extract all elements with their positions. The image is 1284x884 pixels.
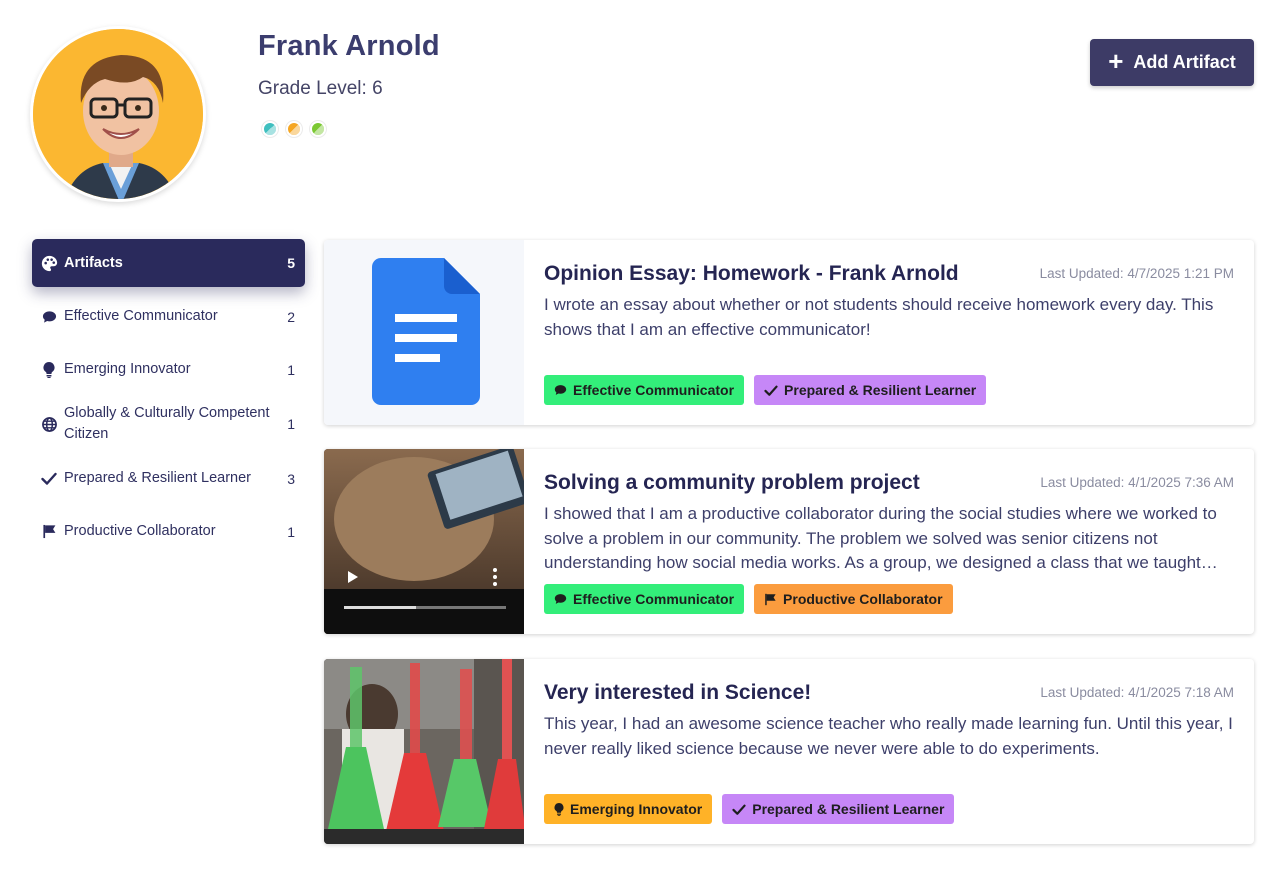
artifact-card[interactable]: Opinion Essay: Homework - Frank Arnold L…: [324, 240, 1254, 425]
artifact-updated: Last Updated: 4/7/2025 1:21 PM: [1039, 266, 1234, 281]
status-dots: [262, 121, 326, 137]
checkmark-icon: [764, 385, 778, 396]
artifact-tags: Emerging Innovator Prepared & Resilient …: [544, 794, 955, 824]
tag-label: Prepared & Resilient Learner: [752, 801, 945, 817]
student-name: Frank Arnold: [258, 30, 440, 62]
tag-prepared-learner[interactable]: Prepared & Resilient Learner: [722, 794, 955, 824]
sidebar-item-count: 5: [287, 255, 295, 271]
sidebar-item-count: 1: [287, 523, 295, 540]
artifact-tags: Effective Communicator Prepared & Resili…: [544, 375, 987, 405]
sidebar-item-label: Globally & Culturally Competent Citizen: [64, 405, 270, 442]
lightbulb-icon: [554, 802, 564, 816]
video-thumbnail: [324, 449, 530, 634]
student-photo: [33, 29, 203, 199]
sidebar-item-label: Prepared & Resilient Learner: [64, 470, 251, 486]
sidebar-item-global-citizen[interactable]: Globally & Culturally Competent Citizen …: [32, 396, 305, 452]
sidebar-item-artifacts[interactable]: Artifacts 5: [32, 239, 305, 287]
sidebar-item-label: Effective Communicator: [64, 308, 218, 324]
artifact-title[interactable]: Very interested in Science!: [544, 681, 811, 705]
checkmark-icon: [40, 470, 58, 488]
tag-emerging-innovator[interactable]: Emerging Innovator: [544, 794, 713, 824]
sidebar-item-emerging-innovator[interactable]: Emerging Innovator 1: [32, 343, 305, 396]
tag-label: Emerging Innovator: [570, 801, 703, 817]
artifact-thumbnail[interactable]: [324, 659, 524, 844]
sidebar-item-label: Productive Collaborator: [64, 523, 216, 539]
status-dot-green: [310, 121, 326, 137]
artifact-description: This year, I had an awesome science teac…: [544, 714, 1233, 758]
sidebar-item-label: Artifacts: [64, 254, 123, 271]
sidebar-item-label: Emerging Innovator: [64, 361, 191, 377]
tag-prepared-learner[interactable]: Prepared & Resilient Learner: [754, 375, 987, 405]
palette-icon: [40, 254, 58, 272]
sidebar-item-count: 1: [287, 361, 295, 378]
sidebar-item-effective-communicator[interactable]: Effective Communicator 2: [32, 290, 305, 343]
artifact-updated: Last Updated: 4/1/2025 7:36 AM: [1040, 475, 1234, 490]
artifact-title[interactable]: Solving a community problem project: [544, 471, 920, 495]
sidebar-nav: Artifacts 5 Effective Communicator 2 Eme…: [32, 239, 305, 558]
sidebar-item-productive-collaborator[interactable]: Productive Collaborator 1: [32, 505, 305, 558]
tag-effective-communicator[interactable]: Effective Communicator: [544, 584, 745, 614]
artifact-description: I showed that I am a productive collabor…: [544, 504, 1217, 572]
speech-bubble-icon: [40, 308, 58, 326]
artifact-thumbnail[interactable]: [324, 240, 524, 425]
artifact-tags: Effective Communicator Productive Collab…: [544, 584, 953, 614]
artifact-updated: Last Updated: 4/1/2025 7:18 AM: [1040, 685, 1234, 700]
status-dot-orange: [286, 121, 302, 137]
plus-icon: +: [1108, 46, 1124, 76]
student-avatar: [30, 26, 206, 202]
science-photo: [324, 659, 524, 844]
sidebar-item-count: 2: [287, 308, 295, 325]
add-artifact-button[interactable]: + Add Artifact: [1090, 39, 1254, 86]
status-dot-teal: [262, 121, 278, 137]
artifact-thumbnail[interactable]: [324, 449, 530, 634]
artifact-card[interactable]: Solving a community problem project Last…: [324, 449, 1254, 634]
tag-productive-collaborator[interactable]: Productive Collaborator: [754, 584, 953, 614]
artifact-title[interactable]: Opinion Essay: Homework - Frank Arnold: [544, 262, 959, 286]
artifact-description: I wrote an essay about whether or not st…: [544, 295, 1214, 339]
sidebar-item-prepared-learner[interactable]: Prepared & Resilient Learner 3: [32, 452, 305, 505]
tag-label: Productive Collaborator: [783, 591, 943, 607]
tag-label: Effective Communicator: [573, 382, 735, 398]
grade-level: Grade Level: 6: [258, 78, 383, 99]
checkmark-icon: [732, 804, 746, 815]
flag-icon: [765, 593, 776, 605]
speech-bubble-icon: [554, 594, 567, 604]
add-artifact-label: Add Artifact: [1133, 52, 1236, 72]
globe-icon: [40, 415, 58, 433]
lightbulb-icon: [40, 361, 58, 379]
artifact-card[interactable]: Very interested in Science! Last Updated…: [324, 659, 1254, 844]
sidebar-item-count: 3: [287, 470, 295, 487]
tag-effective-communicator[interactable]: Effective Communicator: [544, 375, 745, 405]
flag-icon: [40, 523, 58, 541]
tag-label: Prepared & Resilient Learner: [784, 382, 977, 398]
tag-label: Effective Communicator: [573, 591, 735, 607]
speech-bubble-icon: [554, 385, 567, 395]
sidebar-item-count: 1: [287, 416, 295, 432]
google-docs-icon: [371, 257, 480, 405]
